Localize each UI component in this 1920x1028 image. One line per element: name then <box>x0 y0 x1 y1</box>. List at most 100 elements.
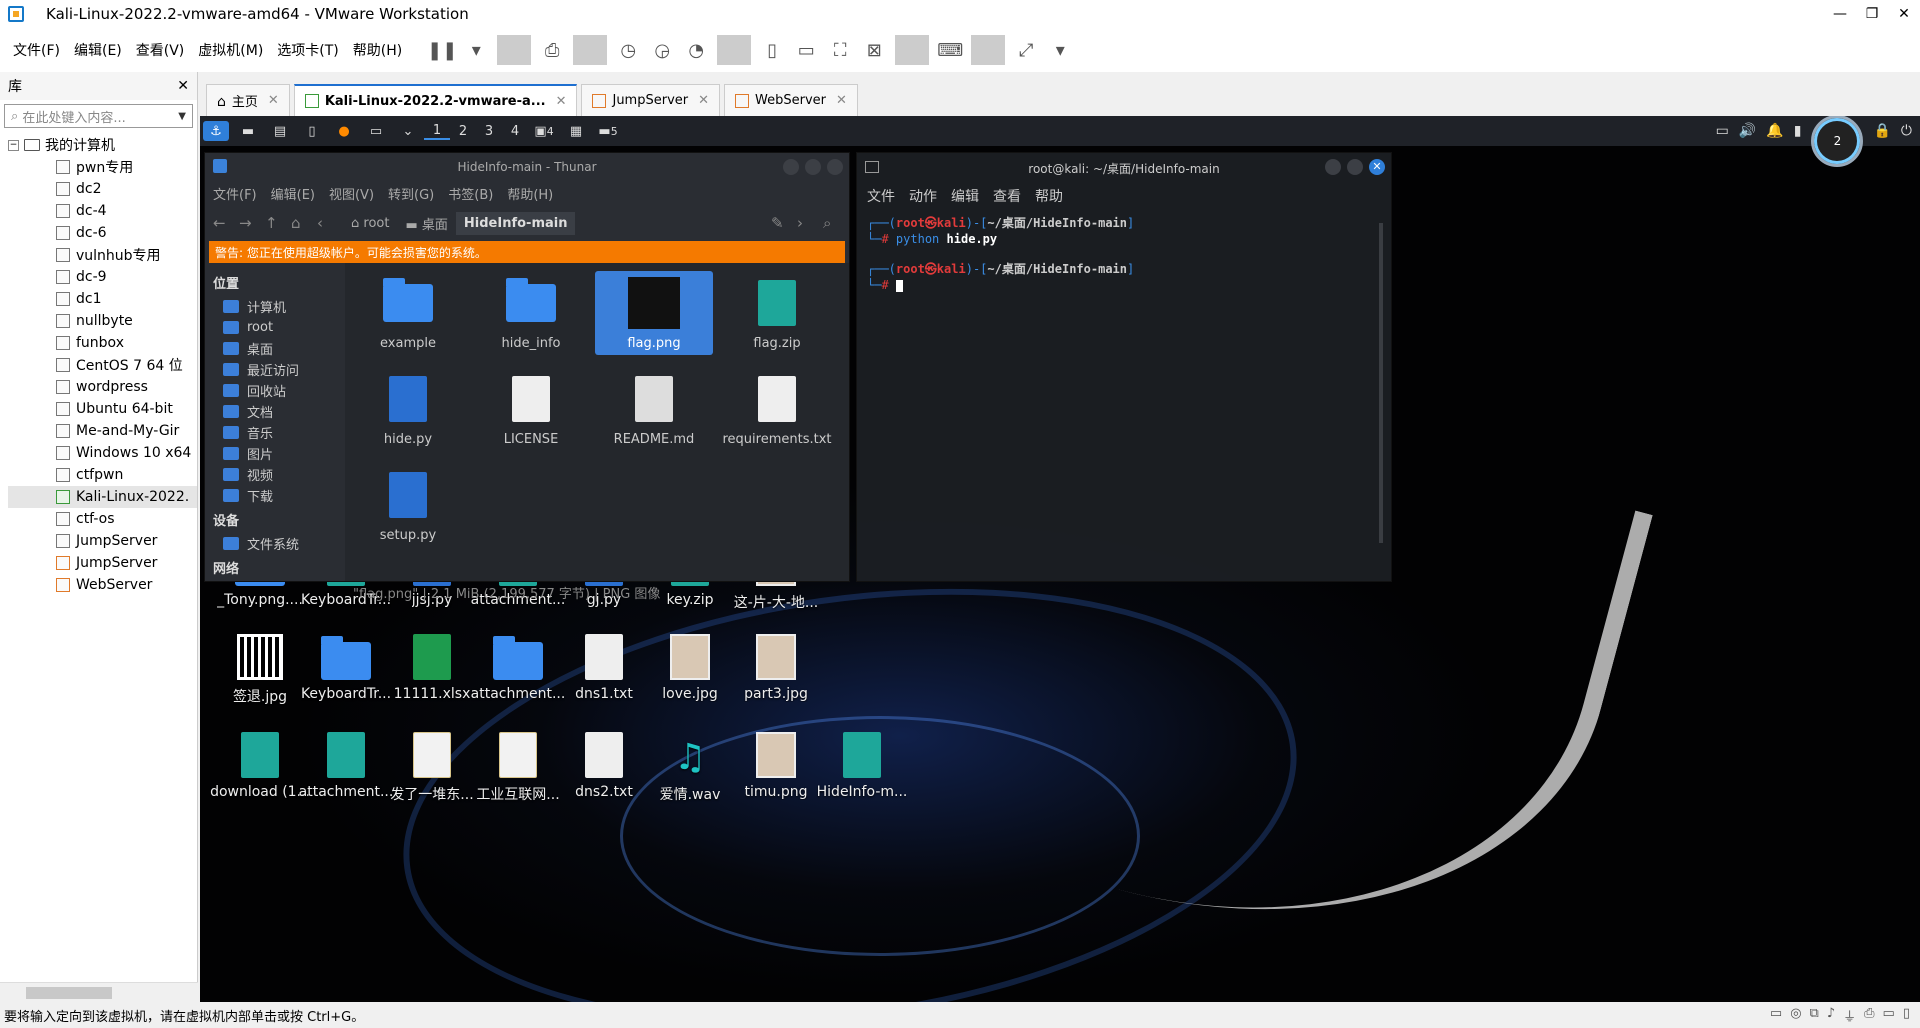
home-icon[interactable]: ⌂ <box>291 214 317 232</box>
sidebar-item[interactable]: 下载 <box>213 485 337 506</box>
battery-icon[interactable]: ▮ <box>1794 123 1802 139</box>
menu-go[interactable]: 转到(G) <box>388 184 434 203</box>
vm-item[interactable]: pwn专用 <box>8 156 197 178</box>
terminal-icon[interactable]: ▭ <box>363 121 389 141</box>
desktop-icon[interactable]: ♫ 爱情.wav <box>640 728 740 804</box>
file-item[interactable]: hide.py <box>349 367 467 451</box>
sidebar-item[interactable]: 文件系统 <box>213 533 337 554</box>
menu-file[interactable]: 文件(F) <box>6 40 67 60</box>
workspace-3[interactable]: 3 <box>476 124 502 139</box>
vm-item[interactable]: dc-4 <box>8 200 197 222</box>
sidebar-item[interactable]: 桌面 <box>213 338 337 359</box>
desktop-icon[interactable]: download (1... <box>210 728 310 800</box>
tab-webserver[interactable]: WebServer ✕ <box>724 84 858 116</box>
close-button[interactable]: ✕ <box>1888 0 1920 28</box>
desktop-icon[interactable]: part3.jpg <box>726 630 826 702</box>
thumbnail-view-icon[interactable]: ▭ <box>789 35 823 65</box>
file-item[interactable]: README.md <box>595 367 713 451</box>
breadcrumb-root[interactable]: ⌂ root <box>343 212 397 235</box>
vm-item[interactable]: dc-6 <box>8 222 197 244</box>
vm-item[interactable]: ctf-os <box>8 508 197 530</box>
menu-actions[interactable]: 动作 <box>909 186 937 206</box>
menu-vm[interactable]: 虚拟机(M) <box>191 40 270 60</box>
desktop-icon[interactable]: 工业互联网... <box>468 728 568 804</box>
vm-item[interactable]: Ubuntu 64-bit <box>8 398 197 420</box>
send-ctrl-alt-del-icon[interactable]: ⎙ <box>535 35 569 65</box>
desktop-icon[interactable]: 签退.jpg <box>210 630 310 706</box>
snapshot-manager-icon[interactable]: ◔ <box>679 35 713 65</box>
vm-item[interactable]: nullbyte <box>8 310 197 332</box>
menu-view[interactable]: 视图(V) <box>329 184 374 203</box>
cdrom-icon[interactable]: ◎ <box>1790 1006 1801 1025</box>
menu-tabs[interactable]: 选项卡(T) <box>270 40 345 60</box>
menu-edit[interactable]: 编辑(E) <box>271 184 315 203</box>
close-icon[interactable]: ✕ <box>698 93 709 108</box>
menu-file[interactable]: 文件 <box>867 186 895 206</box>
sidebar-item[interactable]: 视频 <box>213 464 337 485</box>
library-view-icon[interactable]: ▯ <box>755 35 789 65</box>
pause-icon[interactable]: ❚❚ <box>425 35 459 65</box>
vm-item[interactable]: vulnhub专用 <box>8 244 197 266</box>
menu-help[interactable]: 帮助(H) <box>507 184 553 203</box>
desktop-icon[interactable]: dns2.txt <box>554 728 654 800</box>
file-item[interactable]: flag.png <box>595 271 713 355</box>
revert-snapshot-icon[interactable]: ◶ <box>645 35 679 65</box>
vertical-scrollbar[interactable] <box>1379 223 1383 543</box>
close-icon[interactable]: ✕ <box>836 93 847 108</box>
snapshot-icon[interactable]: ◷ <box>611 35 645 65</box>
close-button[interactable] <box>827 159 843 175</box>
close-icon[interactable]: ✕ <box>268 93 279 108</box>
desktop-icon[interactable]: HideInfo-m... <box>812 728 912 800</box>
desktop-icon[interactable]: 发了一堆东... <box>382 728 482 804</box>
avatar[interactable]: 2 <box>1811 116 1864 167</box>
guest-screen[interactable]: _Tony.png.... KeyboardTr... jjsj.py attachm… <box>200 116 1920 1002</box>
up-icon[interactable]: ↑ <box>265 214 291 232</box>
restore-button[interactable]: ❐ <box>1856 0 1888 28</box>
forward-icon[interactable]: → <box>239 214 265 232</box>
vm-item[interactable]: Me-and-My-Gir <box>8 420 197 442</box>
close-icon[interactable]: ✕ <box>556 94 567 109</box>
show-desktop-icon[interactable]: ▬ <box>235 121 261 141</box>
menu-edit[interactable]: 编辑(E) <box>67 40 129 60</box>
file-item[interactable]: requirements.txt <box>718 367 836 451</box>
menu-help[interactable]: 帮助(H) <box>346 40 409 60</box>
chevron-down-icon[interactable]: ▾ <box>1043 35 1077 65</box>
vm-item[interactable]: WebServer <box>8 574 197 596</box>
vm-item[interactable]: dc1 <box>8 288 197 310</box>
vm-item[interactable]: funbox <box>8 332 197 354</box>
chevron-left-icon[interactable]: ‹ <box>317 214 343 232</box>
desktop-icon[interactable]: dns1.txt <box>554 630 654 702</box>
menu-view[interactable]: 查看 <box>993 186 1021 206</box>
hdd-icon[interactable]: ▭ <box>1770 1006 1782 1025</box>
printer-icon[interactable]: ⎙ <box>1864 1006 1874 1025</box>
workspace-1[interactable]: 1 <box>424 123 450 140</box>
sidebar-item[interactable]: 图片 <box>213 443 337 464</box>
unity-icon[interactable]: ⊠ <box>857 35 891 65</box>
maximize-button[interactable] <box>1347 159 1363 175</box>
sidebar-item[interactable]: 最近访问 <box>213 359 337 380</box>
collapse-icon[interactable]: − <box>8 139 19 151</box>
vm-item[interactable]: wordpress <box>8 376 197 398</box>
menu-edit[interactable]: 编辑 <box>951 186 979 206</box>
lock-icon[interactable]: 🔒 <box>1873 123 1890 139</box>
vm-item[interactable]: Kali-Linux-2022. <box>8 486 197 508</box>
library-search-input[interactable]: ⌕ 在此处键入内容... ▼ <box>4 104 193 128</box>
notification-bell-icon[interactable]: 🔔 <box>1766 123 1783 139</box>
sidebar-item[interactable]: 文档 <box>213 401 337 422</box>
menu-help[interactable]: 帮助 <box>1035 186 1063 206</box>
tab-jumpserver[interactable]: JumpServer ✕ <box>581 84 721 116</box>
terminal-output[interactable]: ┌──(root㉿kali)-[~/桌面/HideInfo-main] └─# … <box>857 209 1391 299</box>
tree-root[interactable]: − 我的计算机 <box>8 134 197 156</box>
minimize-button[interactable] <box>1325 159 1341 175</box>
firefox-icon[interactable]: ● <box>331 121 357 141</box>
vm-item[interactable]: JumpServer <box>8 530 197 552</box>
menu-bookmarks[interactable]: 书签(B) <box>448 184 493 203</box>
text-editor-icon[interactable]: ▯ <box>299 121 325 141</box>
desktop-icon[interactable]: 11111.xlsx <box>382 630 482 702</box>
close-button[interactable]: ✕ <box>1369 159 1385 175</box>
file-item[interactable]: flag.zip <box>718 271 836 355</box>
close-icon[interactable]: ✕ <box>177 78 189 94</box>
file-manager-icon[interactable]: ▤ <box>267 121 293 141</box>
search-icon[interactable]: ⌕ <box>823 214 849 232</box>
desktop-icon[interactable]: timu.png <box>726 728 826 800</box>
